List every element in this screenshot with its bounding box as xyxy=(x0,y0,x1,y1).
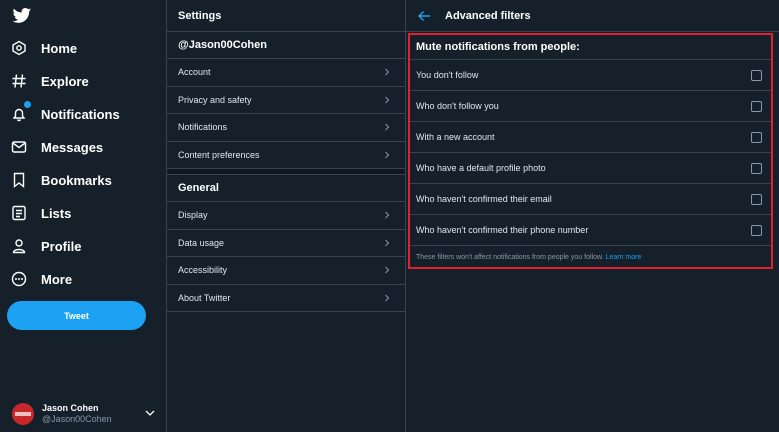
nav-lists[interactable]: Lists xyxy=(10,200,71,226)
chevron-right-icon xyxy=(385,294,390,302)
settings-item-label: Notifications xyxy=(178,122,228,133)
home-icon xyxy=(10,39,28,57)
nav-home[interactable]: Home xyxy=(10,35,77,61)
settings-item-accessibility[interactable]: Accessibility xyxy=(167,257,405,285)
chevron-right-icon xyxy=(385,123,390,131)
chevron-right-icon xyxy=(385,151,390,159)
nav-label: Messages xyxy=(41,139,104,155)
chevron-down-icon xyxy=(145,410,155,416)
filter-option-new-account[interactable]: With a new account xyxy=(410,122,771,153)
nav-messages[interactable]: Messages xyxy=(10,134,103,160)
nav-label: Home xyxy=(41,40,78,56)
more-circle-icon xyxy=(10,270,28,288)
advanced-filters-column: Advanced filters Mute notifications from… xyxy=(406,0,779,432)
filter-option-dont-follow-you[interactable]: Who don't follow you xyxy=(410,91,771,122)
filter-option-label: Who have a default profile photo xyxy=(416,163,546,173)
hashtag-icon xyxy=(10,72,28,90)
envelope-icon xyxy=(10,138,28,156)
settings-item-data-usage[interactable]: Data usage xyxy=(167,230,405,257)
learn-more-link[interactable]: Learn more xyxy=(606,254,642,261)
twitter-logo-icon[interactable] xyxy=(12,6,32,26)
bell-icon xyxy=(10,100,32,123)
filter-option-label: Who haven't confirmed their phone number xyxy=(416,225,589,235)
mute-notifications-panel: Mute notifications from people: You don'… xyxy=(408,33,773,269)
nav-more[interactable]: More xyxy=(10,266,72,292)
settings-item-privacy[interactable]: Privacy and safety xyxy=(167,87,405,114)
advanced-filters-title: Advanced filters xyxy=(445,9,531,22)
settings-item-content-preferences[interactable]: Content preferences xyxy=(167,142,405,169)
filter-option-unconfirmed-phone[interactable]: Who haven't confirmed their phone number xyxy=(410,215,771,246)
filter-option-label: With a new account xyxy=(416,132,495,142)
settings-item-label: Data usage xyxy=(178,237,225,248)
checkbox[interactable] xyxy=(751,162,762,174)
settings-item-notifications[interactable]: Notifications xyxy=(167,114,405,142)
chevron-right-icon xyxy=(385,211,390,219)
settings-column: Settings @Jason00Cohen Account Privacy a… xyxy=(166,0,406,432)
filter-option-label: Who don't follow you xyxy=(416,101,499,111)
chevron-right-icon xyxy=(385,96,390,104)
settings-item-label: Display xyxy=(178,210,208,221)
settings-item-label: About Twitter xyxy=(178,292,231,303)
settings-item-account[interactable]: Account xyxy=(167,59,405,87)
checkbox[interactable] xyxy=(751,224,762,236)
nav-explore[interactable]: Explore xyxy=(10,68,89,94)
back-arrow-icon[interactable] xyxy=(417,10,431,22)
advanced-filters-header: Advanced filters xyxy=(406,0,779,32)
account-section-title: @Jason00Cohen xyxy=(167,32,405,59)
account-name: Jason Cohen xyxy=(42,403,99,413)
settings-item-label: Account xyxy=(178,67,211,78)
nav-label: More xyxy=(41,271,73,287)
settings-item-label: Content preferences xyxy=(178,149,260,160)
filters-note: These filters won't affect notifications… xyxy=(410,246,771,269)
tweet-button[interactable]: Tweet xyxy=(7,301,146,330)
nav-label: Profile xyxy=(41,238,82,254)
general-section-title: General xyxy=(167,175,405,202)
settings-item-label: Privacy and safety xyxy=(178,94,252,105)
filter-option-unconfirmed-email[interactable]: Who haven't confirmed their email xyxy=(410,184,771,215)
avatar xyxy=(12,403,34,425)
settings-item-about-twitter[interactable]: About Twitter xyxy=(167,285,405,312)
chevron-right-icon xyxy=(385,68,390,76)
account-switcher[interactable]: Jason Cohen @Jason00Cohen xyxy=(12,399,162,429)
filter-option-label: Who haven't confirmed their email xyxy=(416,194,552,204)
list-icon xyxy=(10,204,28,222)
bookmark-icon xyxy=(10,171,28,189)
person-icon xyxy=(10,237,28,255)
notification-badge xyxy=(23,100,32,109)
checkbox[interactable] xyxy=(751,100,762,112)
filters-note-text: These filters won't affect notifications… xyxy=(416,254,604,261)
settings-title: Settings xyxy=(167,0,405,32)
chevron-right-icon xyxy=(385,266,390,274)
filter-option-label: You don't follow xyxy=(416,70,479,80)
nav-bookmarks[interactable]: Bookmarks xyxy=(10,167,112,193)
checkbox[interactable] xyxy=(751,69,762,81)
settings-item-label: Accessibility xyxy=(178,265,228,276)
settings-item-display[interactable]: Display xyxy=(167,202,405,230)
filter-option-default-photo[interactable]: Who have a default profile photo xyxy=(410,153,771,184)
chevron-right-icon xyxy=(385,239,390,247)
nav-label: Bookmarks xyxy=(41,172,112,188)
filter-option-you-dont-follow[interactable]: You don't follow xyxy=(410,60,771,91)
nav-profile[interactable]: Profile xyxy=(10,233,81,259)
nav-notifications[interactable]: Notifications xyxy=(10,100,120,127)
nav-label: Notifications xyxy=(41,106,120,122)
nav-label: Lists xyxy=(41,205,72,221)
nav-label: Explore xyxy=(41,73,89,89)
checkbox[interactable] xyxy=(751,131,762,143)
left-navigation: Home Explore Notifications Messages Book… xyxy=(0,0,166,432)
account-handle: @Jason00Cohen xyxy=(42,414,112,424)
checkbox[interactable] xyxy=(751,193,762,205)
mute-notifications-title: Mute notifications from people: xyxy=(410,35,771,60)
